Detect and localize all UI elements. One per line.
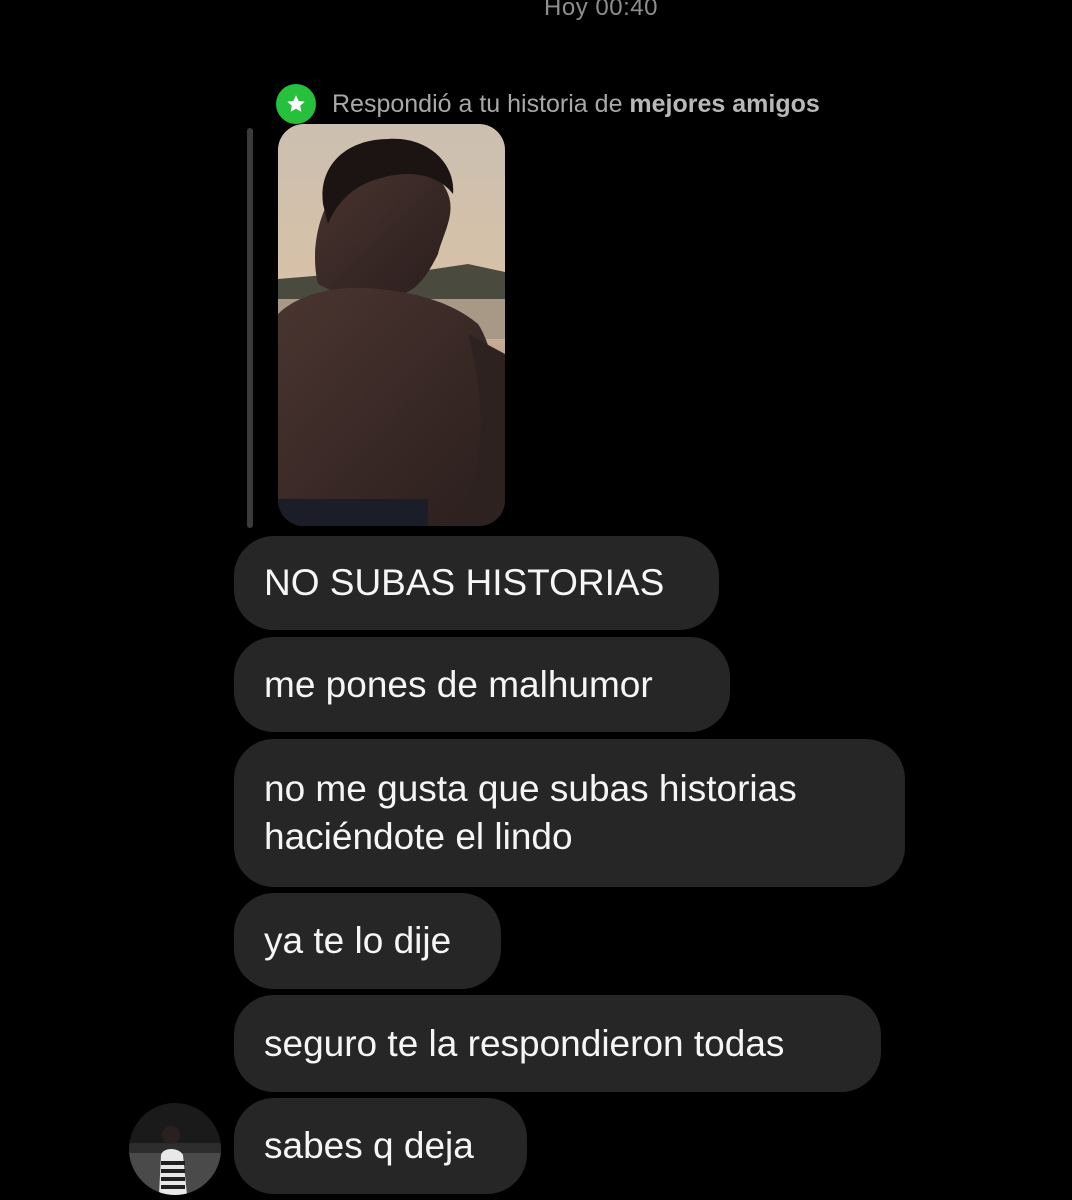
story-photo-icon <box>278 124 505 526</box>
message-bubble[interactable]: me pones de malhumor <box>234 637 730 732</box>
avatar-photo-icon <box>129 1103 221 1195</box>
message-bubble[interactable]: seguro te la respondieron todas <box>234 995 881 1092</box>
reply-quote-bar <box>247 128 253 528</box>
message-bubble[interactable]: NO SUBAS HISTORIAS <box>234 536 719 630</box>
message-bubble[interactable]: no me gusta que subas historias haciéndo… <box>234 739 905 887</box>
reply-context-label: Respondió a tu historia de mejores amigo… <box>332 89 820 118</box>
message-timestamp: Hoy 00:40 <box>544 0 658 21</box>
avatar[interactable] <box>129 1103 221 1195</box>
message-bubble[interactable]: sabes q deja <box>234 1098 527 1194</box>
star-icon <box>276 84 316 124</box>
story-preview[interactable] <box>278 124 505 526</box>
story-reply-context: Respondió a tu historia de mejores amigo… <box>276 84 820 124</box>
close-friends-label: mejores amigos <box>629 89 820 118</box>
message-bubble[interactable]: ya te lo dije <box>234 893 501 989</box>
